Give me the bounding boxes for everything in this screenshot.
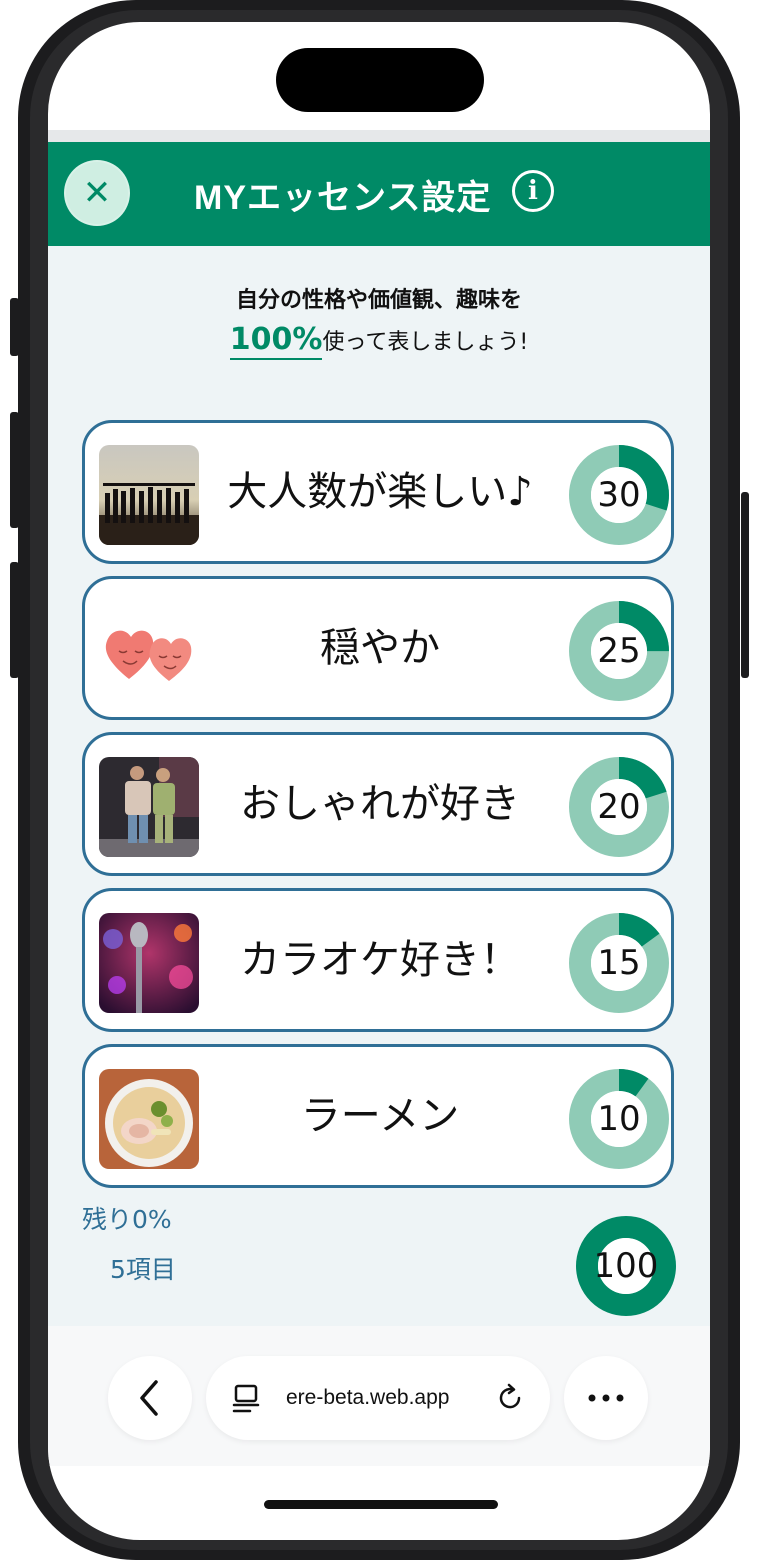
more-button[interactable]	[564, 1356, 648, 1440]
intro-text-line2: 100%使って表しましょう!	[48, 322, 710, 360]
url-text: ere-beta.web.app	[286, 1386, 450, 1409]
essence-content: 自分の性格や価値観、趣味を 100%使って表しましょう! 大人数が楽しい♪ 30…	[48, 246, 710, 1326]
percent-value: 25	[597, 631, 641, 671]
crowd-sunset-thumbnail	[99, 445, 199, 545]
essence-label: ラーメン	[300, 1093, 460, 1139]
reload-icon[interactable]	[492, 1380, 528, 1416]
percent-donut: 20	[569, 757, 669, 857]
volume-down-button	[10, 562, 19, 678]
tab-overview-icon	[232, 1384, 260, 1413]
info-icon[interactable]: i	[512, 170, 554, 212]
percent-donut: 10	[569, 1069, 669, 1169]
more-dots-icon	[588, 1394, 624, 1402]
chevron-left-icon	[140, 1380, 158, 1416]
percent-donut: 30	[569, 445, 669, 545]
essence-card-2[interactable]: 穏やか 25	[82, 576, 674, 720]
screen: ✕ MYエッセンス設定 i 自分の性格や価値観、趣味を 100%使って表しましょ…	[48, 22, 710, 1540]
close-icon: ✕	[82, 173, 112, 213]
volume-up-button	[10, 412, 19, 528]
total-donut: 100	[576, 1216, 676, 1316]
remaining-percent: 残り0%	[82, 1205, 172, 1234]
essence-card-5[interactable]: ラーメン 10	[82, 1044, 674, 1188]
back-button[interactable]	[108, 1356, 192, 1440]
power-button	[741, 492, 749, 678]
percent-value: 10	[597, 1099, 641, 1139]
home-indicator	[264, 1500, 498, 1509]
essence-label: おしゃれが好き	[240, 781, 520, 827]
dynamic-island	[276, 48, 484, 112]
smiling-hearts-thumbnail	[99, 601, 199, 701]
fashion-couple-thumbnail	[99, 757, 199, 857]
microphone-thumbnail	[99, 913, 199, 1013]
intro-text-rest: 使って表しましょう!	[322, 330, 529, 355]
page-title: MYエッセンス設定	[194, 179, 492, 217]
percent-value: 30	[597, 475, 641, 515]
essence-label: カラオケ好き！	[240, 937, 520, 983]
browser-toolbar: ere-beta.web.app	[48, 1326, 710, 1466]
essence-card-4[interactable]: カラオケ好き！ 15	[82, 888, 674, 1032]
essence-label: 穏やか	[320, 625, 440, 671]
action-button	[10, 298, 19, 356]
page-top-strip	[48, 130, 710, 142]
close-button[interactable]: ✕	[66, 162, 128, 224]
intro-text-line1: 自分の性格や価値観、趣味を	[235, 288, 522, 313]
essence-label: 大人数が楽しい♪	[227, 469, 533, 515]
essence-card-1[interactable]: 大人数が楽しい♪ 30	[82, 420, 674, 564]
essence-card-3[interactable]: おしゃれが好き 20	[82, 732, 674, 876]
percent-donut: 25	[569, 601, 669, 701]
address-bar[interactable]: ere-beta.web.app	[206, 1356, 550, 1440]
app-header: ✕ MYエッセンス設定 i	[48, 142, 710, 246]
percent-value: 15	[597, 943, 641, 983]
item-count: 5項目	[110, 1255, 176, 1284]
intro-percent: 100%	[229, 322, 323, 360]
total-value: 100	[593, 1246, 659, 1286]
ramen-bowl-thumbnail	[99, 1069, 199, 1169]
percent-value: 20	[597, 787, 641, 827]
percent-donut: 15	[569, 913, 669, 1013]
